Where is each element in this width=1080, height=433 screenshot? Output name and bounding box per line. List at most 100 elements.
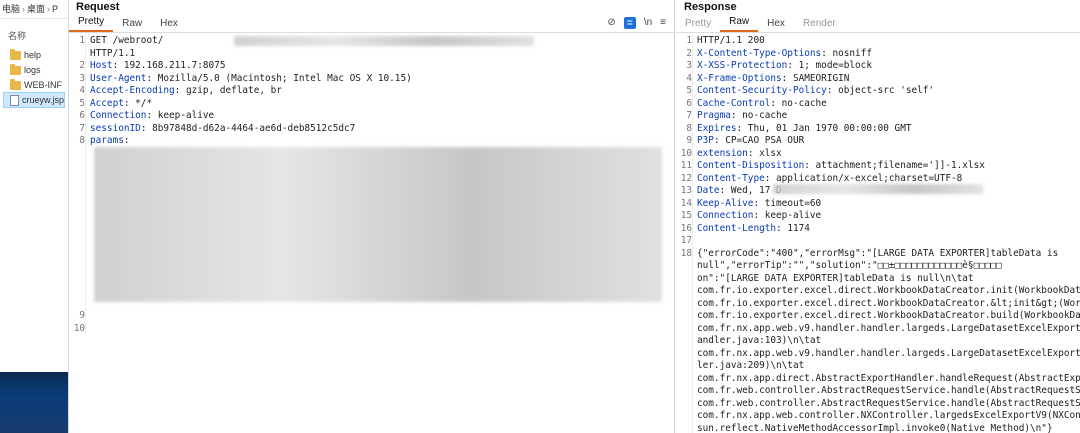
tab-hex[interactable]: Hex	[758, 18, 794, 32]
header-key: X-Frame-Options	[697, 72, 782, 84]
line-text: Accept: */*	[90, 98, 674, 111]
tab-pretty[interactable]: Pretty	[676, 18, 720, 32]
line-number	[69, 185, 90, 198]
code-line: com.fr.web.controller.AbstractRequestSer…	[676, 385, 1080, 398]
code-line: andler.java:103)\n\tat	[676, 335, 1080, 348]
line-number: 1	[79, 35, 85, 46]
line-number	[69, 48, 90, 61]
code-line: 2 X-Content-Type-Options: nosniff	[676, 48, 1080, 61]
header-value: : gzip, deflate, br	[174, 85, 282, 96]
breadcrumb: 电脑 › 桌面 › P	[0, 0, 68, 19]
line-number: 4	[79, 85, 85, 96]
header-key: extension	[697, 147, 748, 159]
header-value: : */*	[123, 97, 153, 109]
line-text: Accept-Encoding: gzip, deflate, br	[90, 85, 674, 98]
header-key: X-XSS-Protection	[697, 60, 788, 71]
response-editor[interactable]: 1 HTTP/1.1 200 2 X-Content-Type-Options: no…	[676, 35, 1080, 433]
header-value: : 8b97848d-d62a-4464-ae6d-deb8512c5dc7	[140, 122, 356, 134]
menu-icon[interactable]: ≡	[660, 17, 666, 28]
line-text: Expires: Thu, 01 Jan 1970 00:00:00 GMT	[697, 123, 1080, 136]
line-number	[676, 360, 697, 373]
line-number: 15	[680, 210, 692, 221]
header-value: : keep-alive	[146, 110, 215, 121]
code-line: 11 Content-Disposition: attachment;filena…	[676, 160, 1080, 173]
response-tabs: Pretty Raw Hex Render	[676, 15, 1080, 33]
newline-icon[interactable]: \n	[644, 17, 652, 28]
header-value: : SAMEORIGIN	[781, 72, 850, 84]
line-text: com.fr.io.exporter.excel.direct.Workbook…	[697, 297, 1080, 309]
tab-raw[interactable]: Raw	[720, 16, 759, 32]
header-key: Connection	[90, 110, 147, 121]
breadcrumb-item[interactable]: 电脑	[2, 4, 20, 14]
folder-icon	[10, 78, 21, 90]
line-number: 7	[686, 110, 692, 121]
line-number: 10	[73, 322, 85, 334]
code-line: 6 Connection: keep-alive	[69, 110, 674, 123]
code-line: 1 HTTP/1.1 200	[676, 35, 1080, 48]
line-number	[69, 248, 90, 261]
file-item-crueyw-jsp[interactable]: crueyw.jsp	[3, 92, 65, 108]
line-number: 9	[686, 135, 692, 146]
line-text: com.fr.nx.app.web.controller.NXControlle…	[697, 410, 1080, 421]
code-line: sun.reflect.NativeMethodAccessorImpl.inv…	[676, 423, 1080, 433]
column-header-name[interactable]: 名称	[0, 19, 68, 48]
line-number	[676, 410, 697, 423]
line-text: {"errorCode":"400","errorMsg":"[LARGE DA…	[697, 247, 1059, 259]
line-text: params:	[90, 135, 674, 148]
line-text: com.fr.io.exporter.excel.direct.Workbook…	[697, 285, 1080, 296]
line-number	[69, 223, 90, 236]
line-number	[676, 423, 697, 433]
line-number	[69, 285, 90, 298]
line-number	[676, 273, 697, 286]
redacted-region	[234, 36, 534, 46]
line-number	[69, 273, 90, 286]
tab-raw[interactable]: Raw	[113, 18, 151, 32]
line-text: X-Content-Type-Options: nosniff	[697, 48, 1080, 61]
line-number: 10	[680, 147, 692, 159]
code-line: com.fr.io.exporter.excel.direct.Workbook…	[676, 310, 1080, 323]
wrap-icon[interactable]: ≣	[623, 16, 636, 29]
folder-item-logs[interactable]: logs	[0, 63, 68, 77]
line-number	[69, 298, 90, 311]
breadcrumb-item[interactable]: 桌面	[27, 4, 45, 14]
folder-item-web-inf[interactable]: WEB-INF	[0, 78, 68, 92]
code-line: ler.java:209)\n\tat	[676, 360, 1080, 373]
line-number: 3	[686, 60, 692, 71]
line-text: on":"[LARGE DATA EXPORTER]tableData is n…	[697, 272, 974, 284]
response-pane: Response Pretty Raw Hex Render 1 HTTP/1.1…	[676, 0, 1080, 433]
redacted-region	[773, 184, 983, 194]
header-key: Content-Type	[697, 172, 765, 184]
code-line: com.fr.nx.app.direct.AbstractExportHandl…	[676, 373, 1080, 386]
code-line: 4 X-Frame-Options: SAMEORIGIN	[676, 73, 1080, 86]
header-value: : Mozilla/5.0 (Macintosh; Intel Mac OS X…	[146, 72, 412, 84]
line-text: sessionID: 8b97848d-d62a-4464-ae6d-deb85…	[90, 123, 674, 136]
code-line: 8 params:	[69, 135, 674, 148]
tab-render[interactable]: Render	[794, 18, 845, 32]
code-line: com.fr.nx.app.web.controller.NXControlle…	[676, 410, 1080, 423]
tab-hex[interactable]: Hex	[151, 18, 187, 32]
desktop-taskbar	[0, 372, 68, 433]
eye-off-icon[interactable]: ⊘	[607, 17, 615, 28]
request-title: Request	[76, 1, 120, 13]
line-number: 8	[79, 135, 85, 146]
code-line: 4 Accept-Encoding: gzip, deflate, br	[69, 85, 674, 98]
tab-pretty[interactable]: Pretty	[69, 16, 114, 32]
line-number	[676, 385, 697, 398]
code-line: com.fr.io.exporter.excel.direct.Workbook…	[676, 285, 1080, 298]
line-number: 3	[79, 72, 85, 84]
line-number	[676, 348, 697, 361]
line-number: 9	[79, 310, 85, 321]
code-line: 10	[69, 323, 674, 336]
code-line: 10 extension: xlsx	[676, 148, 1080, 161]
line-text: extension: xlsx	[697, 148, 1080, 161]
line-text: andler.java:103)\n\tat	[697, 335, 822, 346]
line-number	[69, 160, 90, 173]
line-number: 1	[686, 35, 692, 46]
line-text: com.fr.web.controller.AbstractRequestSer…	[697, 397, 1080, 409]
header-key: Keep-Alive	[697, 197, 754, 209]
line-text: HTTP/1.1 200	[697, 35, 765, 46]
folder-item-help[interactable]: help	[0, 48, 68, 62]
code-line: 9	[69, 310, 674, 323]
breadcrumb-item[interactable]: P	[52, 4, 58, 14]
line-text: X-XSS-Protection: 1; mode=block	[697, 60, 1080, 73]
